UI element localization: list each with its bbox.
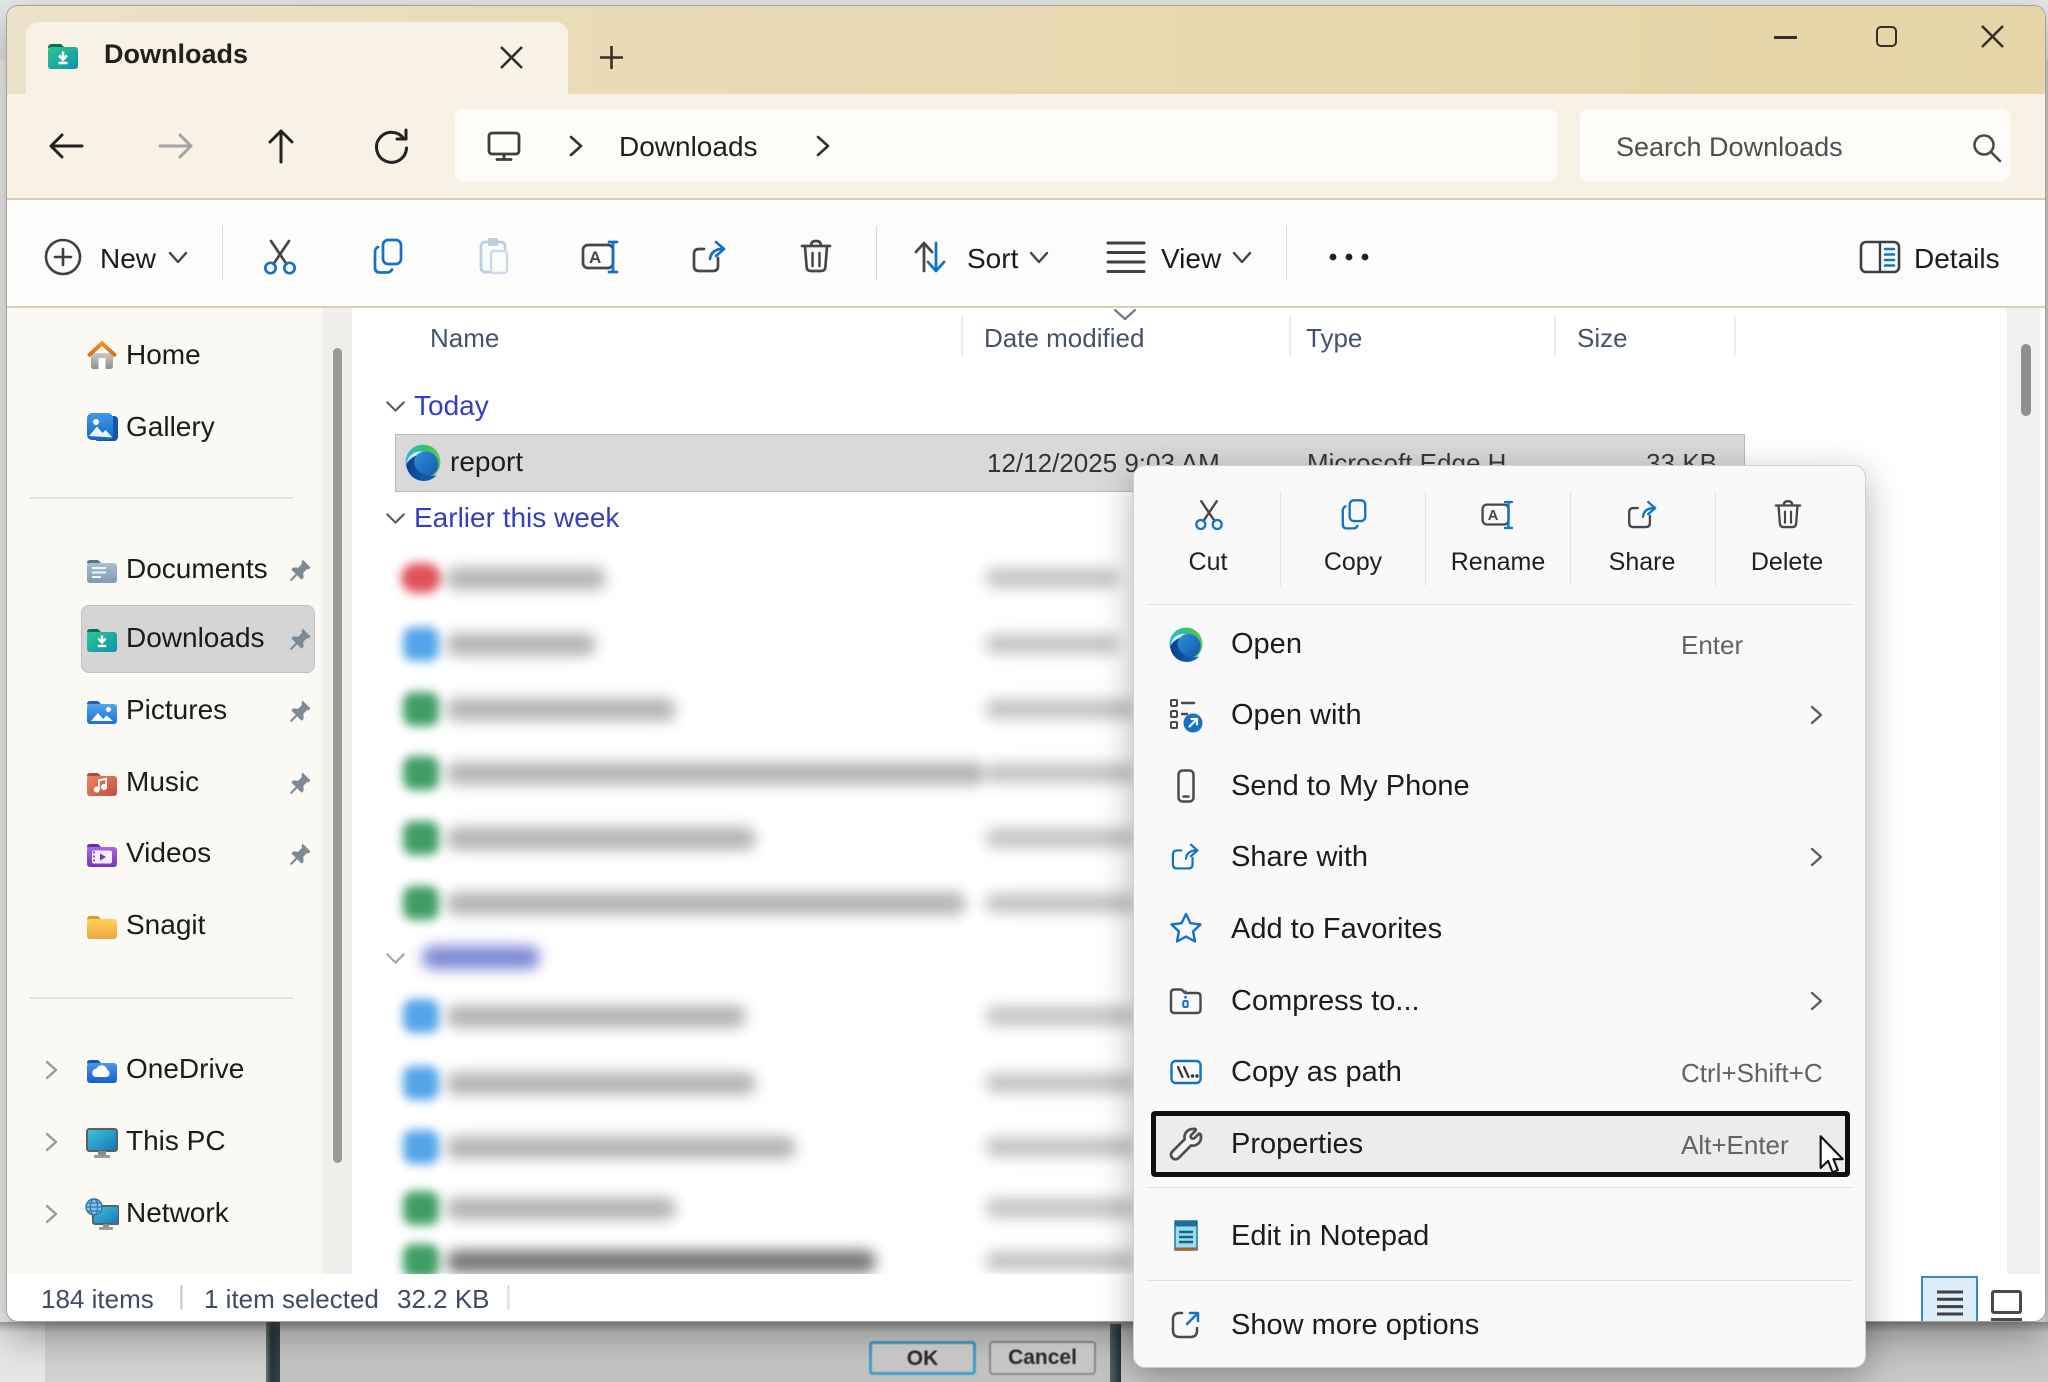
svg-text:A: A bbox=[1488, 508, 1499, 524]
svg-text:A: A bbox=[589, 248, 601, 267]
